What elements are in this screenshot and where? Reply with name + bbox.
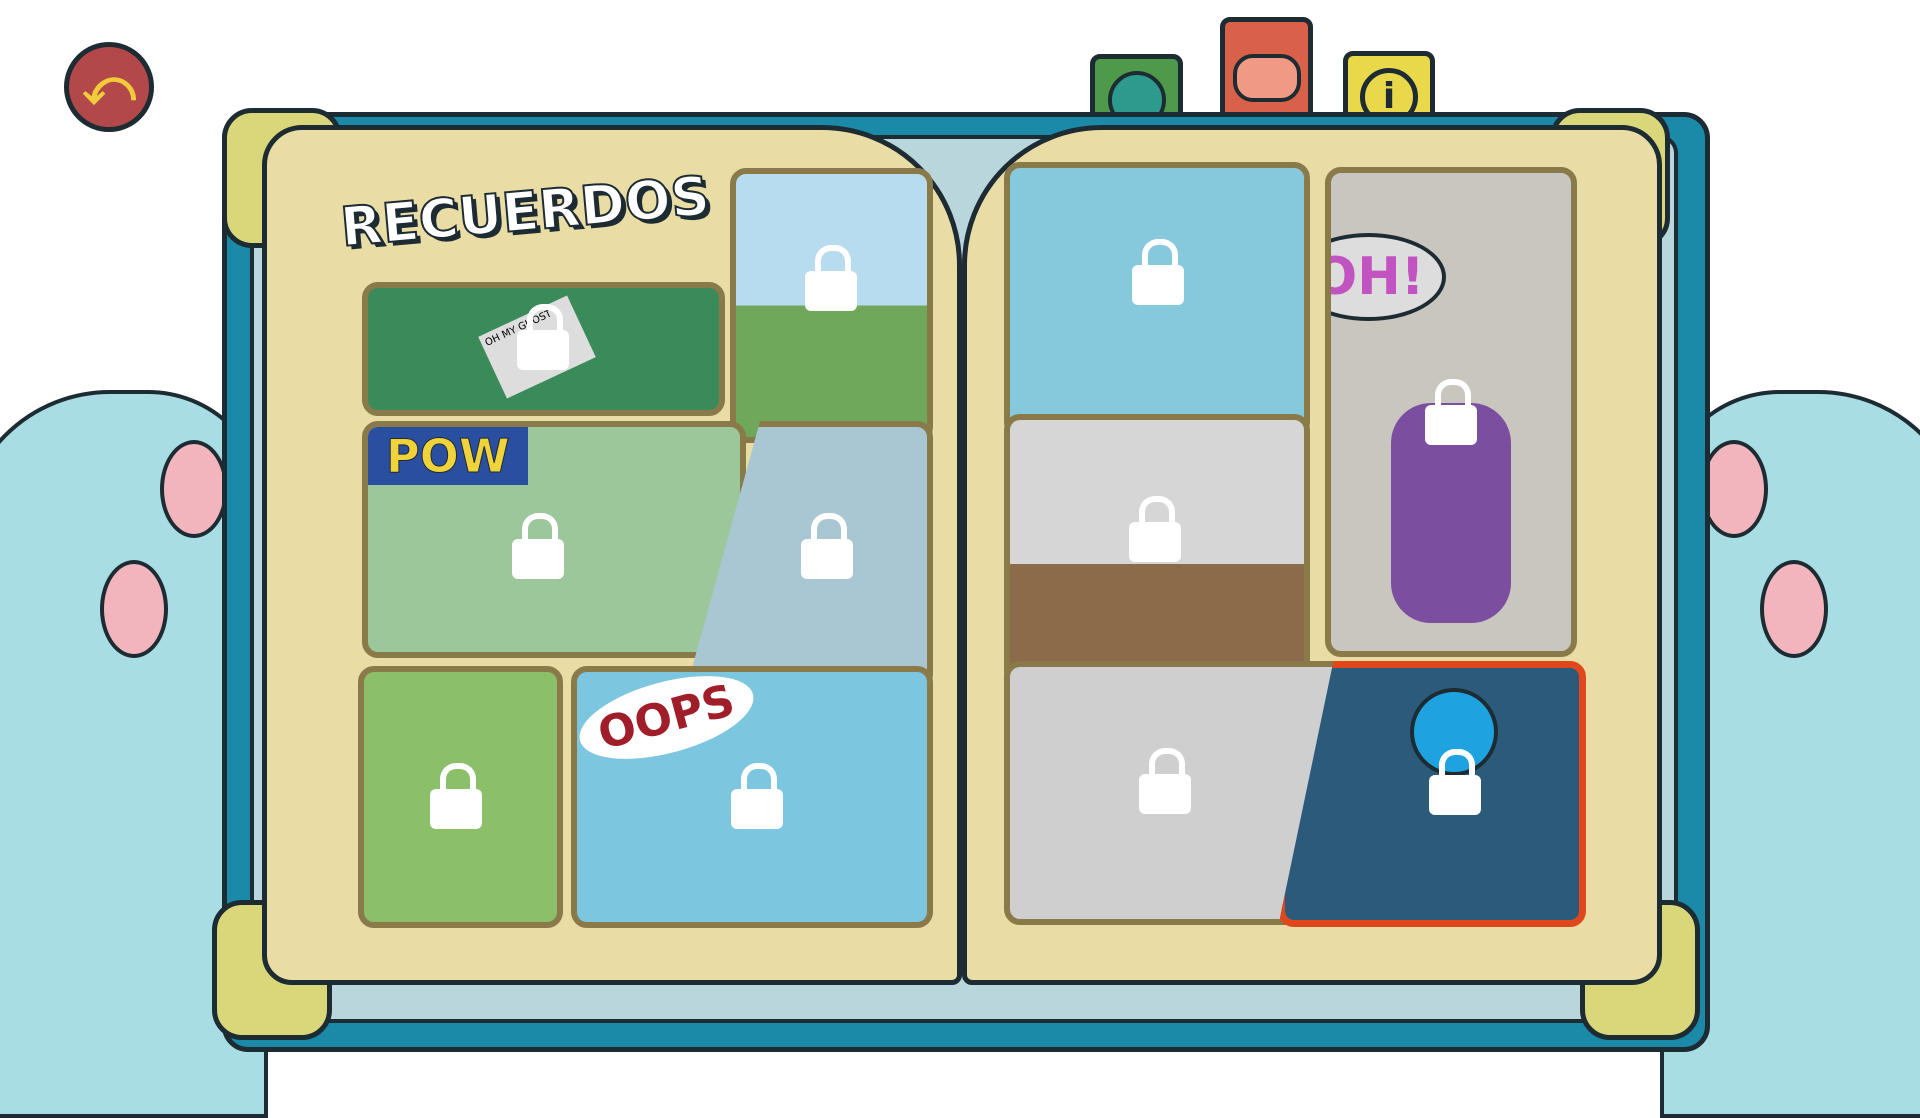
oops-text: OOPS <box>577 672 762 775</box>
lock-icon <box>805 245 857 311</box>
back-arrow-icon: ⤺ <box>82 57 136 116</box>
lock-icon <box>430 763 482 829</box>
lock-icon <box>801 513 853 579</box>
pow-text: POW <box>368 427 528 485</box>
lock-icon <box>1429 749 1481 815</box>
thought-cloud-icon <box>1232 54 1301 102</box>
back-button[interactable]: ⤺ <box>64 42 154 132</box>
lock-icon <box>1139 748 1191 814</box>
left-paw-pad <box>100 560 168 658</box>
right-paw-pad <box>1760 560 1828 658</box>
memory-panel-pow[interactable]: POW <box>362 421 746 658</box>
memory-panel-cat-sky[interactable] <box>1004 162 1310 438</box>
memory-panel-newspaper[interactable]: OH MY GHOST <box>362 282 725 416</box>
lock-icon <box>1425 379 1477 445</box>
lock-icon <box>512 513 564 579</box>
lock-icon <box>517 304 569 370</box>
left-paw-pad <box>160 440 228 538</box>
right-paw-pad <box>1700 440 1768 538</box>
oh-text: OH! <box>1331 233 1447 321</box>
lock-icon <box>731 763 783 829</box>
memory-panel-city[interactable] <box>730 168 933 443</box>
lock-icon <box>1129 496 1181 562</box>
memory-panel-door[interactable]: OH! <box>1325 167 1577 657</box>
memory-panel-room[interactable] <box>1004 414 1310 688</box>
lock-icon <box>1132 239 1184 305</box>
memory-panel-oops[interactable]: OOPS <box>571 666 933 928</box>
memory-panel-pond[interactable] <box>358 666 563 928</box>
